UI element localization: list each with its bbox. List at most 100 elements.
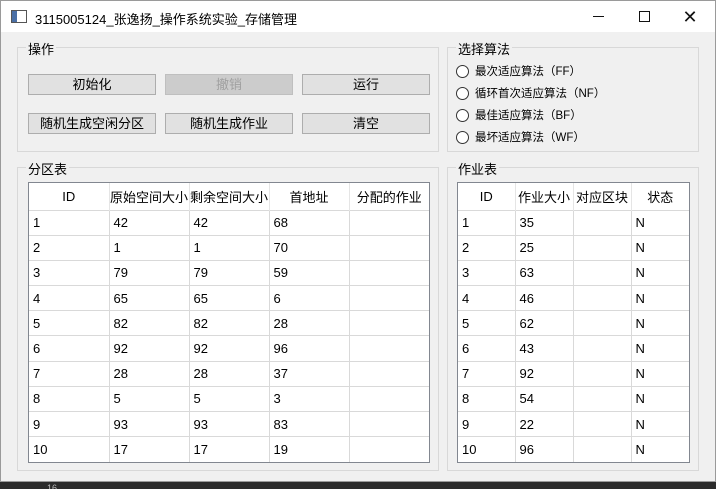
- table-cell[interactable]: 1: [189, 234, 270, 261]
- table-cell[interactable]: 6: [458, 335, 516, 362]
- table-cell[interactable]: N: [631, 335, 689, 362]
- table-row[interactable]: 3 63 N: [458, 259, 689, 286]
- table-cell[interactable]: 70: [269, 234, 350, 261]
- table-cell[interactable]: 5: [458, 310, 516, 336]
- table-row[interactable]: 4 46 N: [458, 285, 689, 311]
- table-cell[interactable]: 54: [515, 385, 574, 412]
- table-cell[interactable]: 37: [269, 360, 350, 387]
- table-cell[interactable]: [573, 259, 632, 286]
- table-cell[interactable]: 82: [109, 310, 190, 336]
- table-cell[interactable]: 6: [269, 285, 350, 311]
- column-header[interactable]: 对应区块: [573, 183, 632, 210]
- table-cell[interactable]: 68: [269, 209, 350, 236]
- table-cell[interactable]: 22: [515, 410, 574, 437]
- table-cell[interactable]: 28: [269, 310, 350, 336]
- partition-table-view[interactable]: ID 原始空间大小 剩余空间大小 首地址 分配的作业 1 42 42 68 2 1 1 70 3…: [28, 182, 430, 463]
- table-cell[interactable]: N: [631, 209, 689, 236]
- table-cell[interactable]: 3: [458, 259, 516, 286]
- table-cell[interactable]: 82: [189, 310, 270, 336]
- column-header[interactable]: ID: [458, 183, 516, 210]
- table-row[interactable]: 6 92 92 96: [29, 335, 429, 362]
- table-cell[interactable]: N: [631, 259, 689, 286]
- table-cell[interactable]: 79: [189, 259, 270, 286]
- table-cell[interactable]: 93: [189, 410, 270, 437]
- table-row[interactable]: 8553: [29, 385, 429, 412]
- table-cell[interactable]: 17: [109, 436, 190, 462]
- job-table-view[interactable]: ID 作业大小 对应区块 状态 1 35 N 2 25 N 3 63 N 4 46 N 5 62 N 6 43 N…: [457, 182, 690, 463]
- table-cell[interactable]: [349, 285, 429, 311]
- radio-bf[interactable]: 最佳适应算法（BF）: [456, 106, 582, 124]
- table-row[interactable]: 9 93 93 83: [29, 410, 429, 437]
- table-cell[interactable]: [349, 335, 429, 362]
- table-cell[interactable]: 62: [515, 310, 574, 336]
- table-row[interactable]: 8 54 N: [458, 385, 689, 412]
- table-cell[interactable]: 9: [458, 410, 516, 437]
- table-cell[interactable]: [573, 436, 632, 462]
- table-cell[interactable]: [349, 385, 429, 412]
- column-header[interactable]: 状态: [631, 183, 689, 210]
- table-cell[interactable]: 1: [29, 209, 110, 236]
- table-cell[interactable]: [349, 310, 429, 336]
- radio-circle[interactable]: [456, 86, 469, 100]
- table-cell[interactable]: 42: [189, 209, 270, 236]
- column-header[interactable]: 原始空间大小: [109, 183, 190, 210]
- table-row[interactable]: 7 92 N: [458, 360, 689, 387]
- table-cell[interactable]: 6: [29, 335, 110, 362]
- table-cell[interactable]: 4: [29, 285, 110, 311]
- column-header[interactable]: 分配的作业: [349, 183, 429, 210]
- table-cell[interactable]: 59: [269, 259, 350, 286]
- table-cell[interactable]: 5: [29, 310, 110, 336]
- table-row[interactable]: 5 82 82 28: [29, 310, 429, 336]
- table-cell[interactable]: 25: [515, 234, 574, 261]
- table-cell[interactable]: N: [631, 234, 689, 261]
- table-row[interactable]: 1 42 42 68: [29, 209, 429, 236]
- table-cell[interactable]: 9: [29, 410, 110, 437]
- table-cell[interactable]: 5: [189, 385, 270, 412]
- table-cell[interactable]: 65: [109, 285, 190, 311]
- table-cell[interactable]: 2: [29, 234, 110, 261]
- table-cell[interactable]: [349, 209, 429, 236]
- table-cell[interactable]: 92: [515, 360, 574, 387]
- table-cell[interactable]: 3: [269, 385, 350, 412]
- table-row[interactable]: 6 43 N: [458, 335, 689, 362]
- column-header[interactable]: 首地址: [269, 183, 350, 210]
- table-cell[interactable]: 63: [515, 259, 574, 286]
- table-row[interactable]: 5 62 N: [458, 310, 689, 336]
- table-cell[interactable]: 7: [29, 360, 110, 387]
- table-cell[interactable]: 65: [189, 285, 270, 311]
- table-cell[interactable]: 17: [189, 436, 270, 462]
- table-cell[interactable]: 19: [269, 436, 350, 462]
- table-cell[interactable]: 42: [109, 209, 190, 236]
- table-cell[interactable]: 3: [29, 259, 110, 286]
- column-header[interactable]: 剩余空间大小: [189, 183, 270, 210]
- random-partition-button[interactable]: 随机生成空闲分区: [28, 113, 156, 134]
- run-button[interactable]: 运行: [302, 74, 430, 95]
- table-cell[interactable]: [573, 234, 632, 261]
- table-cell[interactable]: N: [631, 436, 689, 462]
- table-cell[interactable]: 35: [515, 209, 574, 236]
- table-cell[interactable]: 46: [515, 285, 574, 311]
- radio-wf[interactable]: 最坏适应算法（WF）: [456, 128, 585, 146]
- table-cell[interactable]: N: [631, 385, 689, 412]
- table-cell[interactable]: 83: [269, 410, 350, 437]
- table-cell[interactable]: 2: [458, 234, 516, 261]
- table-row[interactable]: 10 17 17 19: [29, 436, 429, 462]
- table-cell[interactable]: 4: [458, 285, 516, 311]
- radio-circle[interactable]: [456, 64, 469, 78]
- table-cell[interactable]: [573, 335, 632, 362]
- table-cell[interactable]: 8: [29, 385, 110, 412]
- table-cell[interactable]: 28: [189, 360, 270, 387]
- table-cell[interactable]: N: [631, 410, 689, 437]
- table-row[interactable]: 4 65 65 6: [29, 285, 429, 311]
- table-cell[interactable]: 8: [458, 385, 516, 412]
- table-row[interactable]: 7 28 28 37: [29, 360, 429, 387]
- table-cell[interactable]: [349, 410, 429, 437]
- radio-circle[interactable]: [456, 108, 469, 122]
- column-header[interactable]: 作业大小: [515, 183, 574, 210]
- maximize-button[interactable]: [621, 1, 667, 32]
- table-cell[interactable]: [349, 234, 429, 261]
- table-cell[interactable]: 92: [109, 335, 190, 362]
- radio-nf[interactable]: 循环首次适应算法（NF）: [456, 84, 605, 102]
- table-cell[interactable]: 93: [109, 410, 190, 437]
- radio-ff[interactable]: 最次适应算法（FF）: [456, 62, 581, 80]
